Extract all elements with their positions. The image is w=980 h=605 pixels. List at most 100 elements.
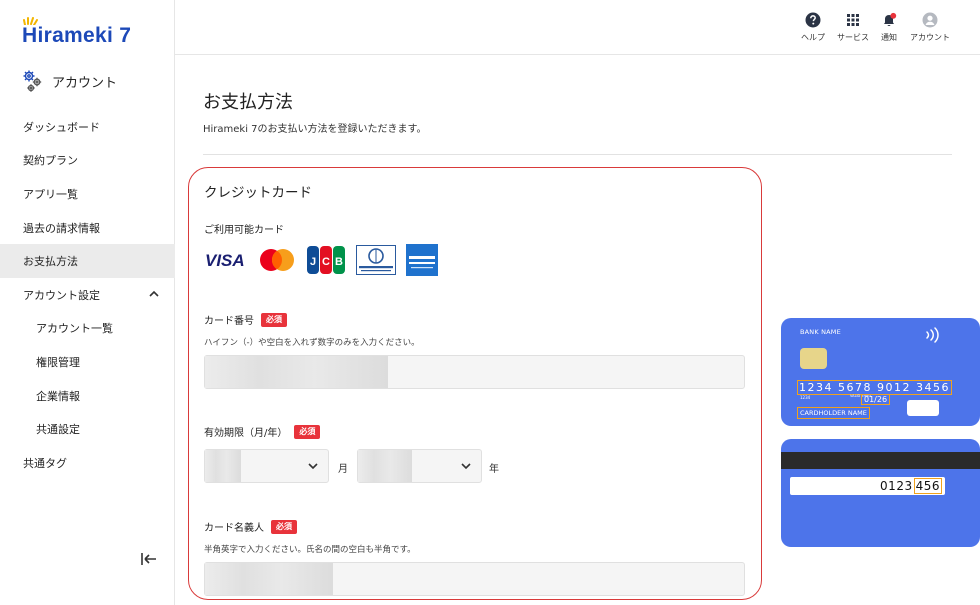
- expiry-year-select[interactable]: [357, 449, 482, 483]
- help-icon: [805, 12, 821, 28]
- year-unit: 年: [489, 464, 499, 475]
- card-number-small: 1234: [800, 395, 811, 400]
- card-back-illustration: 0123 456: [781, 439, 980, 547]
- svg-text:B: B: [335, 256, 343, 268]
- logo[interactable]: Hirameki 7: [22, 17, 132, 50]
- sidebar-item-label: 企業情報: [36, 389, 80, 403]
- page-title: お支払方法: [203, 92, 293, 113]
- jcb-logo-icon: J C B: [307, 246, 345, 274]
- sidebar-item-company-info[interactable]: 企業情報: [0, 379, 175, 413]
- sidebar-item-dashboard[interactable]: ダッシュボード: [0, 110, 175, 144]
- sidebar-item-common-tags[interactable]: 共通タグ: [0, 446, 175, 480]
- expiry-example: 01/26: [861, 394, 891, 405]
- month-unit: 月: [338, 464, 348, 475]
- sidebar-item-label: お支払方法: [23, 255, 78, 269]
- account-menu-button[interactable]: アカウント: [910, 12, 950, 43]
- sidebar-item-app-list[interactable]: アプリ一覧: [0, 177, 175, 211]
- cvv-example: 456: [913, 478, 942, 494]
- sidebar-item-label: 過去の請求情報: [23, 221, 100, 235]
- app-root: Hirameki 7 アカウント ダッシュボード 契約プラン アプリ一覧 過去の…: [0, 0, 980, 605]
- redacted-value: [358, 450, 412, 482]
- card-number-hint: ハイフン（-）や空白を入れず数字のみを入力ください。: [204, 338, 420, 348]
- card-front-illustration: BANK NAME 1234 5678 9012 3456 1234 VALID…: [781, 318, 980, 426]
- card-number-label-text: カード番号: [204, 316, 254, 327]
- required-badge: 必須: [271, 519, 297, 534]
- account-section-heading: アカウント: [22, 68, 117, 94]
- card-number-label: カード番号 必須: [204, 312, 287, 327]
- redacted-value: [205, 356, 388, 388]
- expiry-month-select[interactable]: [204, 449, 329, 483]
- back-digits: 0123: [880, 479, 913, 493]
- cardholder-example: CARDHOLDER NAME: [797, 407, 870, 419]
- bell-icon: [884, 12, 897, 26]
- redacted-value: [205, 563, 333, 595]
- diners-club-logo-icon: [356, 245, 396, 275]
- help-button[interactable]: ヘルプ: [801, 12, 825, 43]
- collapse-sidebar-icon[interactable]: [140, 551, 158, 567]
- account-label: アカウント: [910, 33, 950, 42]
- sidebar-item-label: アカウント設定: [23, 288, 100, 302]
- sidebar-item-contract-plan[interactable]: 契約プラン: [0, 144, 175, 178]
- services-button[interactable]: サービス: [837, 12, 869, 43]
- mastercard-logo-icon: [260, 249, 294, 271]
- logo-text: Hirameki 7: [22, 24, 132, 47]
- sidebar-item-label: アカウント一覧: [36, 322, 113, 336]
- sidebar-item-common-settings[interactable]: 共通設定: [0, 412, 175, 446]
- american-express-logo-icon: [406, 244, 438, 276]
- sidebar: Hirameki 7 アカウント ダッシュボード 契約プラン アプリ一覧 過去の…: [0, 0, 175, 605]
- redacted-value: [205, 450, 241, 482]
- sidebar-item-account-settings[interactable]: アカウント設定: [0, 278, 175, 312]
- magnetic-stripe: [781, 452, 980, 469]
- sidebar-item-account-list[interactable]: アカウント一覧: [0, 312, 175, 346]
- card-number-input[interactable]: [204, 355, 745, 389]
- chevron-down-icon: [308, 463, 318, 470]
- sidebar-item-label: 契約プラン: [23, 154, 78, 168]
- credit-card-heading: クレジットカード: [204, 185, 312, 201]
- apps-grid-icon: [847, 14, 859, 26]
- svg-text:VISA: VISA: [205, 251, 245, 270]
- card-logo-placeholder: [907, 400, 939, 416]
- help-label: ヘルプ: [801, 33, 825, 42]
- sidebar-item-billing-history[interactable]: 過去の請求情報: [0, 211, 175, 245]
- notifications-label: 通知: [881, 33, 897, 42]
- expiry-label-text: 有効期限（月/年）: [204, 428, 288, 439]
- sidebar-nav: ダッシュボード 契約プラン アプリ一覧 過去の請求情報 お支払方法 アカウント設…: [0, 110, 175, 480]
- cardholder-label: カード名義人 必須: [204, 519, 297, 534]
- divider: [203, 154, 952, 155]
- available-cards-label: ご利用可能カード: [204, 225, 284, 236]
- card-number-example: 1234 5678 9012 3456: [797, 380, 952, 395]
- svg-text:C: C: [322, 256, 330, 268]
- cardholder-input[interactable]: [204, 562, 745, 596]
- page-subtitle: Hirameki 7のお支払い方法を登録いただきます。: [203, 124, 427, 135]
- cardholder-label-text: カード名義人: [204, 523, 264, 534]
- sidebar-item-label: 共通タグ: [23, 456, 67, 470]
- cardholder-hint: 半角英字で入力ください。氏名の間の空白も半角です。: [204, 545, 416, 555]
- contactless-icon: [926, 327, 939, 343]
- card-chip: [800, 348, 827, 369]
- account-heading-label: アカウント: [52, 75, 118, 91]
- chevron-down-icon: [461, 463, 471, 470]
- signature-strip: 0123 456: [790, 477, 945, 495]
- logo-burst-icon: [23, 17, 38, 25]
- expiry-label: 有効期限（月/年） 必須: [204, 424, 321, 439]
- required-badge: 必須: [294, 424, 321, 439]
- sidebar-item-payment-method[interactable]: お支払方法: [0, 244, 175, 278]
- visa-logo-icon: VISA: [205, 251, 245, 270]
- sidebar-item-label: ダッシュボード: [23, 120, 100, 134]
- sidebar-item-permissions[interactable]: 権限管理: [0, 345, 175, 379]
- main-content: お支払方法 Hirameki 7のお支払い方法を登録いただきます。 クレジットカ…: [175, 56, 980, 605]
- services-label: サービス: [837, 33, 869, 42]
- user-avatar-icon: [922, 12, 938, 28]
- top-header: ヘルプ サービス 通知 アカウント: [175, 0, 980, 55]
- card-brand-logos: VISA J C B: [204, 244, 438, 276]
- sidebar-item-label: アプリ一覧: [23, 187, 78, 201]
- required-badge: 必須: [261, 312, 287, 327]
- svg-text:J: J: [310, 256, 316, 268]
- security-code-example: 0123 456: [880, 478, 942, 494]
- sidebar-item-label: 共通設定: [36, 423, 80, 437]
- credit-card-section: クレジットカード ご利用可能カード VISA J C B カード番号 必須 ハイ…: [188, 167, 762, 600]
- gears-icon: [23, 70, 42, 92]
- notifications-button[interactable]: 通知: [881, 12, 897, 43]
- bank-name-text: BANK NAME: [800, 328, 841, 336]
- chevron-up-icon: [149, 290, 159, 297]
